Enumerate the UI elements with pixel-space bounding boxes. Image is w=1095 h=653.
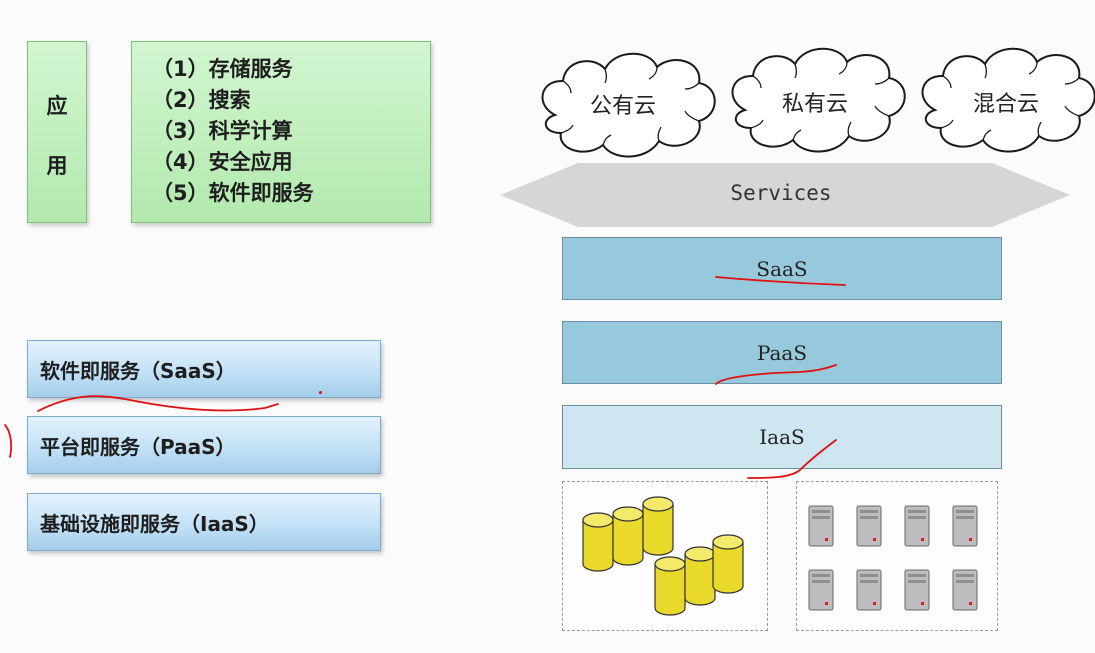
annotation-strokes — [4, 276, 846, 479]
